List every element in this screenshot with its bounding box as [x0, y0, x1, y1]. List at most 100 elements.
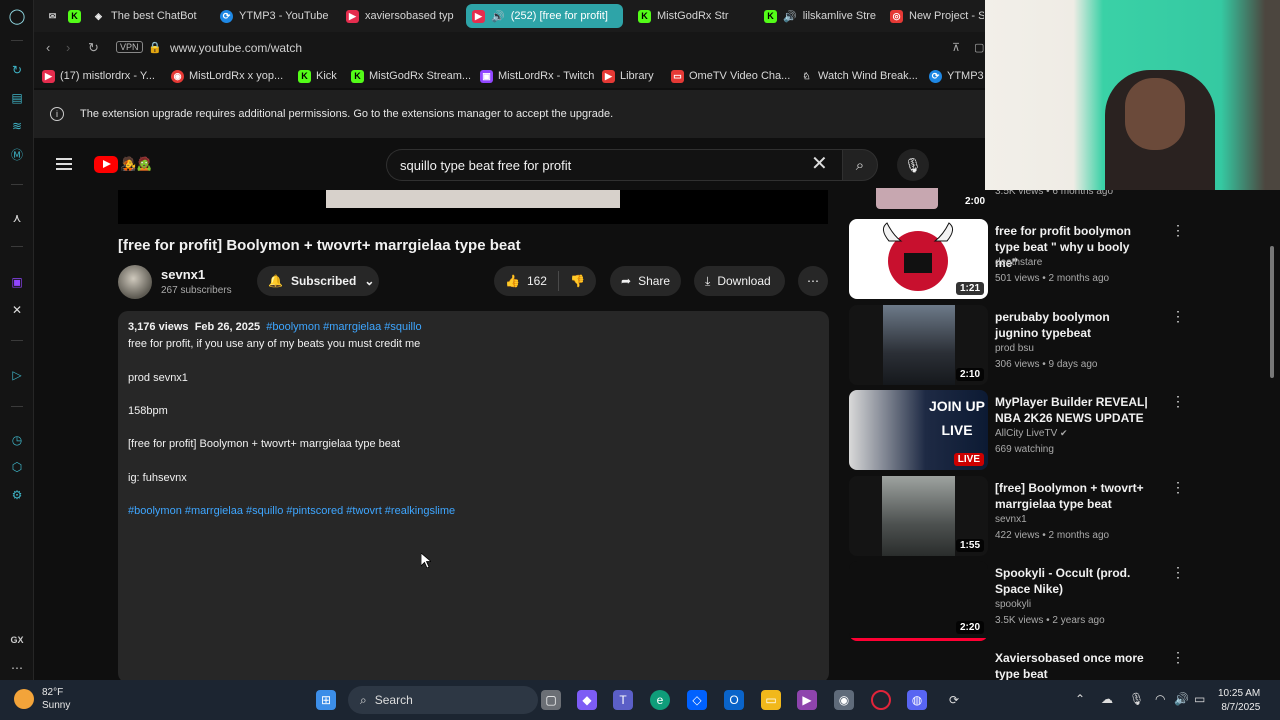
- video-thumbnail[interactable]: JOIN UP LIVE LIVE: [849, 390, 988, 470]
- download-button[interactable]: ⤓ Download: [694, 266, 785, 296]
- video-thumbnail[interactable]: 1:55: [849, 476, 988, 556]
- more-vertical-icon[interactable]: ⋮: [1171, 650, 1179, 664]
- refresh-icon[interactable]: ↻: [9, 62, 25, 78]
- back-icon[interactable]: ‹: [46, 40, 50, 55]
- video-channel[interactable]: sevnx1: [995, 514, 1027, 525]
- video-description[interactable]: 3,176 views Feb 26, 2025 #boolymon #marr…: [118, 311, 829, 683]
- recommendation-item[interactable]: Xaviersobased once more type beat ⋮: [849, 646, 1179, 680]
- bookmark-item[interactable]: ▶ (17) mistlordrx - Y...: [42, 68, 155, 84]
- settings-icon[interactable]: ⚙: [9, 487, 25, 503]
- channel-avatar[interactable]: [118, 265, 152, 299]
- tab-ytmp3[interactable]: ⟳ YTMP3 - YouTube: [214, 4, 334, 28]
- edge-icon[interactable]: e: [650, 690, 670, 710]
- subscribed-button[interactable]: 🔔 Subscribed ⌄: [257, 266, 379, 296]
- bookmark-item[interactable]: ◉ MistLordRx x yop...: [171, 68, 283, 84]
- video-player[interactable]: [118, 190, 828, 224]
- taskbar-search[interactable]: ⌕ Search: [348, 686, 538, 714]
- more-vertical-icon[interactable]: ⋮: [1171, 565, 1185, 579]
- tab-mistgodrx[interactable]: K MistGodRx Str: [632, 4, 750, 28]
- dislike-button[interactable]: 👎: [559, 266, 596, 296]
- like-button[interactable]: 👍 162: [494, 266, 558, 296]
- more-icon[interactable]: ⋯: [9, 660, 25, 676]
- video-title[interactable]: MyPlayer Builder REVEAL| NBA 2K26 NEWS U…: [995, 394, 1153, 426]
- vpn-badge[interactable]: VPN: [116, 41, 143, 53]
- url-field[interactable]: www.youtube.com/watch: [170, 41, 302, 55]
- history-icon[interactable]: ◷: [9, 432, 25, 448]
- outlook-icon[interactable]: O: [724, 690, 744, 710]
- start-icon[interactable]: ⊞: [316, 690, 336, 710]
- briefcase-icon[interactable]: ▤: [9, 90, 25, 106]
- recommendation-item[interactable]: JOIN UP LIVE LIVE MyPlayer Builder REVEA…: [849, 390, 1185, 470]
- video-title[interactable]: perubaby boolymon jugnino typebeat: [995, 309, 1153, 341]
- dropbox-icon[interactable]: ◇: [687, 690, 707, 710]
- video-channel[interactable]: spookyli: [995, 599, 1031, 610]
- bookmark-item[interactable]: ▶ Library: [602, 68, 654, 84]
- file-explorer-icon[interactable]: ▭: [761, 690, 781, 710]
- recommendation-item[interactable]: 2:10 perubaby boolymon jugnino typebeat …: [849, 305, 1185, 385]
- speaker-icon[interactable]: 🔊: [783, 10, 797, 23]
- bookmark-item[interactable]: ▭ OmeTV Video Cha...: [671, 68, 790, 84]
- discord-icon[interactable]: ◍: [907, 690, 927, 710]
- forward-icon[interactable]: ›: [66, 40, 70, 55]
- bookmark-item[interactable]: K MistGodRx Stream...: [351, 68, 471, 84]
- video-thumbnail[interactable]: 2:20: [849, 561, 988, 641]
- youtube-doodle-icon[interactable]: 🧑‍🎤🧟: [120, 156, 152, 172]
- task-view-icon[interactable]: ▢: [541, 690, 561, 710]
- tab-chatbot[interactable]: ◈ The best ChatBot: [86, 4, 206, 28]
- recommendation-item[interactable]: 1:21 free for profit boolymon type beat …: [849, 219, 1185, 299]
- bookmark-item[interactable]: ▣ MistLordRx - Twitch: [480, 68, 594, 84]
- page-scrollbar[interactable]: [1270, 246, 1274, 378]
- player-icon[interactable]: ▷: [9, 367, 25, 383]
- clear-search-icon[interactable]: ✕: [811, 154, 828, 174]
- tab-lilskamlive[interactable]: K 🔊 lilskamlive Stre: [758, 4, 878, 28]
- network-tray-icon[interactable]: ☁: [1101, 692, 1113, 706]
- share-button[interactable]: ➦ Share: [610, 266, 682, 296]
- recommendation-item[interactable]: 1:55 [free] Boolymon + twovrt+ marrgiela…: [849, 476, 1185, 556]
- opera-taskbar-icon[interactable]: [871, 690, 891, 710]
- stack-icon[interactable]: ≋: [9, 118, 25, 134]
- chevron-up-icon[interactable]: ⌃: [1075, 692, 1085, 706]
- search-box[interactable]: squillo type beat free for profit ✕: [386, 149, 842, 181]
- search-button[interactable]: ⌕: [842, 149, 878, 181]
- clipchamp-icon[interactable]: ▶: [797, 690, 817, 710]
- more-vertical-icon[interactable]: ⋮: [1171, 480, 1185, 494]
- bookmark-item[interactable]: ⟳ YTMP3: [929, 68, 984, 84]
- more-vertical-icon[interactable]: ⋮: [1171, 223, 1185, 237]
- search-input[interactable]: squillo type beat free for profit: [400, 158, 571, 173]
- tab-xaviersobased[interactable]: ▶ xaviersobased typ: [340, 4, 462, 28]
- video-channel[interactable]: prod bsu: [995, 343, 1034, 354]
- bookmark-item[interactable]: K Kick: [298, 68, 337, 84]
- bookmark-item[interactable]: ♘ Watch Wind Break...: [800, 68, 917, 84]
- lock-icon[interactable]: 🔒: [148, 41, 162, 54]
- video-channel[interactable]: deathstare: [995, 257, 1042, 268]
- tab-new-project[interactable]: ◎ New Project - S: [884, 4, 984, 28]
- mail-icon[interactable]: Ⓜ: [9, 146, 25, 162]
- video-thumbnail[interactable]: [876, 188, 938, 209]
- youtube-logo-icon[interactable]: [94, 156, 118, 173]
- video-thumbnail[interactable]: 1:21: [849, 219, 988, 299]
- opera-logo-icon[interactable]: ◯: [9, 8, 26, 25]
- menu-icon[interactable]: [56, 158, 72, 170]
- channel-name[interactable]: sevnx1: [161, 267, 205, 282]
- gx-icon[interactable]: GX: [9, 632, 25, 648]
- teams-icon[interactable]: T: [613, 690, 633, 710]
- video-channel[interactable]: AllCity LiveTV ✔: [995, 428, 1068, 439]
- snapshot-icon[interactable]: ▢: [974, 41, 984, 54]
- video-thumbnail[interactable]: 2:10: [849, 305, 988, 385]
- x-twitter-icon[interactable]: ✕: [9, 302, 25, 318]
- recommendation-item[interactable]: 2:20 Spookyli - Occult (prod. Space Nike…: [849, 561, 1185, 641]
- more-vertical-icon[interactable]: ⋮: [1171, 309, 1185, 323]
- video-title[interactable]: [free] Boolymon + twovrt+ marrgielaa typ…: [995, 480, 1153, 512]
- battery-icon[interactable]: ▭: [1194, 692, 1205, 706]
- description-hashtags[interactable]: #boolymon #marrgielaa #squillo #pintscor…: [128, 505, 455, 517]
- wifi-icon[interactable]: ◠: [1155, 692, 1165, 706]
- pin-icon[interactable]: ⊼: [952, 41, 960, 54]
- arrow-app-icon[interactable]: ⋏: [9, 210, 25, 226]
- speaker-icon[interactable]: 🔊: [491, 10, 505, 23]
- volume-icon[interactable]: 🔊: [1174, 692, 1189, 706]
- more-actions-button[interactable]: ⋯: [798, 266, 828, 296]
- tab-current-video[interactable]: ▶ 🔊 (252) [free for profit]: [466, 4, 623, 28]
- camera-icon[interactable]: ◉: [834, 690, 854, 710]
- microphone-tray-icon[interactable]: 🎙: [1129, 692, 1144, 706]
- reload-icon[interactable]: ↻: [88, 40, 99, 56]
